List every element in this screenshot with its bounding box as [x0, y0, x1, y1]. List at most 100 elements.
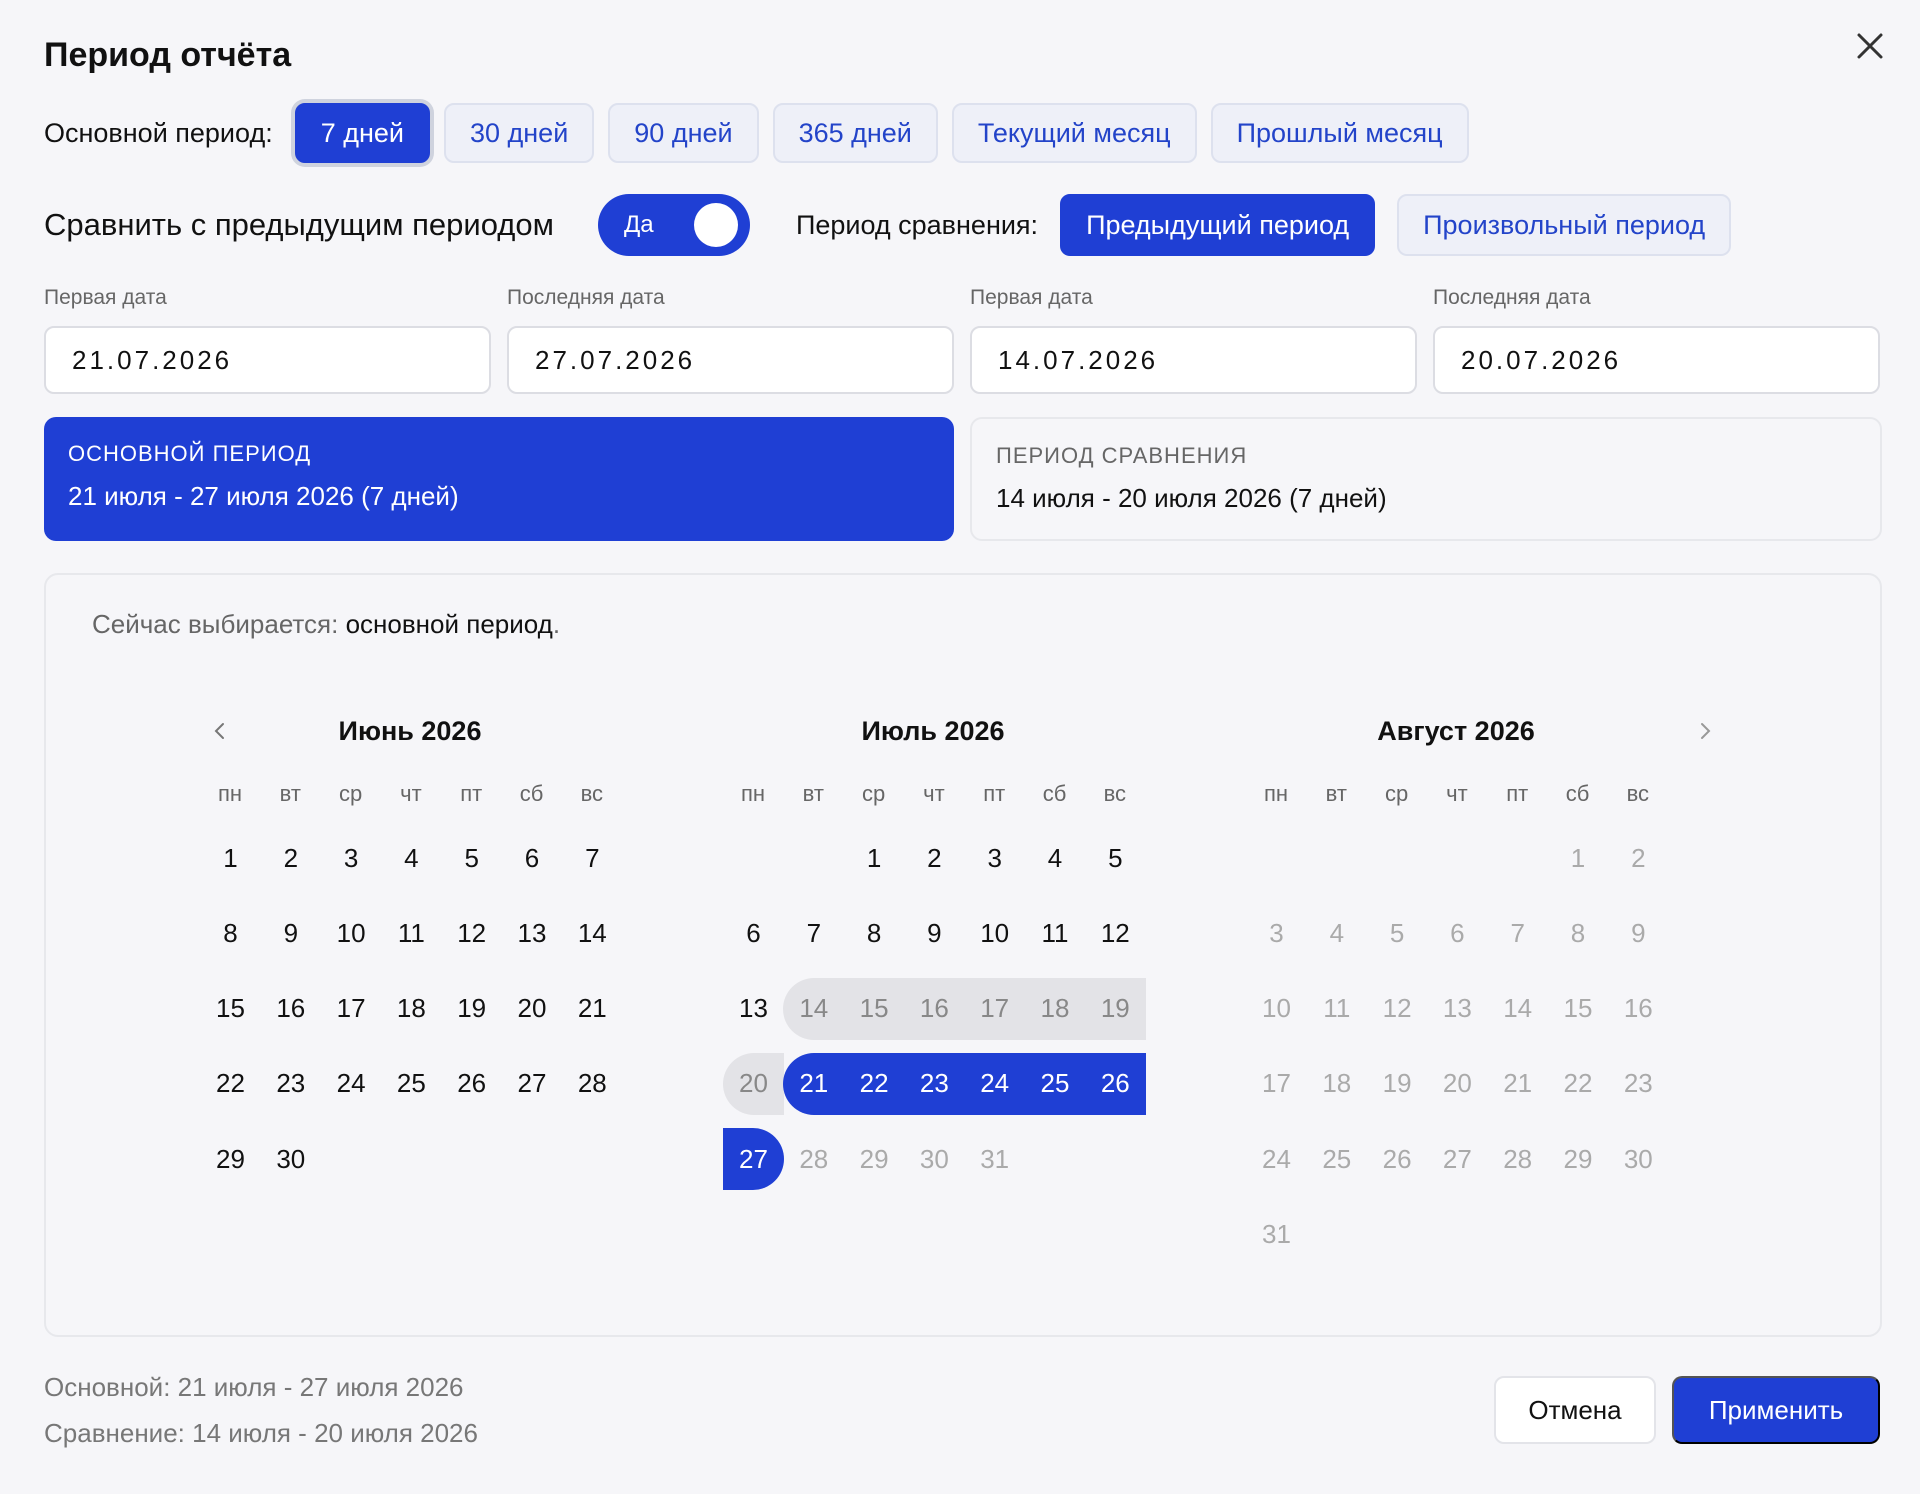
main-start-input[interactable]: 21.07.2026	[44, 326, 491, 394]
day-cell[interactable]: 13	[723, 978, 784, 1040]
day-cell[interactable]: 20	[502, 978, 563, 1040]
day-cell[interactable]: 31	[1246, 1204, 1307, 1266]
day-cell[interactable]: 22	[1548, 1053, 1609, 1115]
compare-end-input[interactable]: 20.07.2026	[1433, 326, 1880, 394]
day-cell[interactable]: 22	[843, 1052, 905, 1115]
preset-7-days[interactable]: 7 дней	[294, 103, 430, 163]
day-cell[interactable]: 26	[441, 1053, 502, 1115]
day-cell[interactable]: 27	[723, 1128, 784, 1191]
day-cell[interactable]: 18	[381, 978, 442, 1040]
day-cell[interactable]: 14	[1487, 978, 1548, 1040]
day-cell[interactable]: 6	[502, 827, 563, 889]
day-cell[interactable]: 18	[1306, 1053, 1367, 1115]
day-cell[interactable]: 10	[1246, 978, 1307, 1040]
main-period-card[interactable]: ОСНОВНОЙ ПЕРИОД 21 июля - 27 июля 2026 (…	[44, 417, 954, 541]
day-cell[interactable]: 26	[1084, 1052, 1146, 1115]
preset-90-days[interactable]: 90 дней	[608, 103, 759, 163]
day-cell[interactable]: 7	[783, 902, 844, 964]
day-cell[interactable]: 4	[1306, 902, 1367, 964]
main-end-input[interactable]: 27.07.2026	[507, 326, 954, 394]
day-cell[interactable]: 7	[1487, 902, 1548, 964]
day-cell[interactable]: 30	[260, 1128, 321, 1190]
day-cell[interactable]: 24	[321, 1053, 382, 1115]
day-cell[interactable]: 25	[1306, 1128, 1367, 1190]
day-cell[interactable]: 19	[1084, 977, 1146, 1040]
apply-button[interactable]: Применить	[1672, 1376, 1880, 1444]
day-cell[interactable]: 20	[1427, 1053, 1488, 1115]
preset-365-days[interactable]: 365 дней	[772, 103, 938, 163]
day-cell[interactable]: 4	[381, 827, 442, 889]
day-cell[interactable]: 12	[1085, 902, 1146, 964]
next-month-button[interactable]	[1689, 715, 1721, 747]
day-cell[interactable]: 1	[1548, 827, 1609, 889]
day-cell[interactable]: 8	[1548, 902, 1609, 964]
preset-last-month[interactable]: Прошлый месяц	[1210, 103, 1469, 163]
day-cell[interactable]: 30	[904, 1128, 965, 1190]
day-cell[interactable]: 19	[441, 978, 502, 1040]
day-cell[interactable]: 3	[1246, 902, 1307, 964]
compare-toggle[interactable]: Да	[597, 194, 750, 256]
day-cell[interactable]: 12	[1367, 978, 1428, 1040]
compare-previous-period[interactable]: Предыдущий период	[1060, 194, 1376, 256]
day-cell[interactable]: 15	[843, 977, 905, 1040]
preset-30-days[interactable]: 30 дней	[443, 103, 595, 163]
day-cell[interactable]: 15	[200, 978, 261, 1040]
day-cell[interactable]: 17	[321, 978, 382, 1040]
day-cell[interactable]: 24	[964, 1052, 1026, 1115]
day-cell[interactable]: 28	[1487, 1128, 1548, 1190]
day-cell[interactable]: 13	[1427, 978, 1488, 1040]
day-cell[interactable]: 4	[1025, 827, 1086, 889]
day-cell[interactable]: 27	[1427, 1128, 1488, 1190]
day-cell[interactable]: 25	[381, 1053, 442, 1115]
day-cell[interactable]: 18	[1024, 977, 1086, 1040]
day-cell[interactable]: 21	[1487, 1053, 1548, 1115]
day-cell[interactable]: 29	[844, 1128, 905, 1190]
day-cell[interactable]: 13	[502, 902, 563, 964]
day-cell[interactable]: 2	[1608, 827, 1669, 889]
day-cell[interactable]: 23	[903, 1052, 965, 1115]
day-cell[interactable]: 27	[502, 1053, 563, 1115]
close-button[interactable]	[1850, 26, 1890, 66]
day-cell[interactable]: 15	[1548, 978, 1609, 1040]
day-cell[interactable]: 14	[562, 902, 623, 964]
day-cell[interactable]: 17	[1246, 1053, 1307, 1115]
day-cell[interactable]: 2	[260, 827, 321, 889]
compare-custom-period[interactable]: Произвольный период	[1397, 194, 1732, 256]
day-cell[interactable]: 5	[1367, 902, 1428, 964]
day-cell[interactable]: 28	[562, 1053, 623, 1115]
day-cell[interactable]: 10	[964, 902, 1025, 964]
day-cell[interactable]: 11	[1306, 978, 1367, 1040]
day-cell[interactable]: 7	[562, 827, 623, 889]
day-cell[interactable]: 23	[1608, 1053, 1669, 1115]
day-cell[interactable]: 12	[441, 902, 502, 964]
day-cell[interactable]: 5	[441, 827, 502, 889]
day-cell[interactable]: 26	[1367, 1128, 1428, 1190]
day-cell[interactable]: 11	[381, 902, 442, 964]
day-cell[interactable]: 23	[260, 1053, 321, 1115]
day-cell[interactable]: 8	[200, 902, 261, 964]
day-cell[interactable]: 9	[260, 902, 321, 964]
day-cell[interactable]: 2	[904, 827, 965, 889]
day-cell[interactable]: 17	[964, 977, 1026, 1040]
cancel-button[interactable]: Отмена	[1494, 1376, 1656, 1444]
compare-period-card[interactable]: ПЕРИОД СРАВНЕНИЯ 14 июля - 20 июля 2026 …	[970, 417, 1882, 541]
day-cell[interactable]: 6	[723, 902, 784, 964]
day-cell[interactable]: 3	[964, 827, 1025, 889]
day-cell[interactable]: 29	[1548, 1128, 1609, 1190]
day-cell[interactable]: 21	[562, 978, 623, 1040]
day-cell[interactable]: 1	[200, 827, 261, 889]
day-cell[interactable]: 14	[783, 977, 845, 1040]
preset-current-month[interactable]: Текущий месяц	[951, 103, 1197, 163]
day-cell[interactable]: 19	[1367, 1053, 1428, 1115]
day-cell[interactable]: 24	[1246, 1128, 1307, 1190]
day-cell[interactable]: 16	[260, 978, 321, 1040]
day-cell[interactable]: 9	[904, 902, 965, 964]
day-cell[interactable]: 11	[1025, 902, 1086, 964]
day-cell[interactable]: 20	[723, 1052, 784, 1115]
day-cell[interactable]: 16	[903, 977, 965, 1040]
day-cell[interactable]: 8	[844, 902, 905, 964]
day-cell[interactable]: 31	[964, 1128, 1025, 1190]
day-cell[interactable]: 5	[1085, 827, 1146, 889]
day-cell[interactable]: 22	[200, 1053, 261, 1115]
day-cell[interactable]: 21	[783, 1052, 845, 1115]
